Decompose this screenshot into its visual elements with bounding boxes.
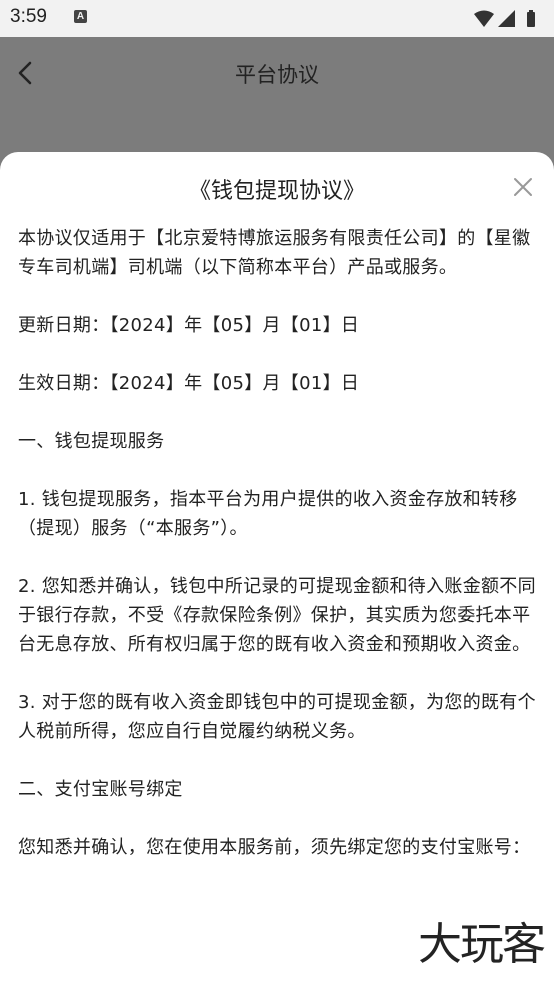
status-icons <box>474 9 544 33</box>
wifi-icon <box>474 10 494 27</box>
notification-icon: A <box>74 10 87 23</box>
dialog-title: 《钱包提现协议》 <box>188 179 365 204</box>
close-icon <box>514 178 532 196</box>
nav-bar: 平台协议 <box>0 37 554 113</box>
page-title: 平台协议 <box>235 63 319 87</box>
agreement-content[interactable]: 本协议仅适用于【北京爱特博旅运服务有限责任公司】的【星徽专车司机端】司机端（以下… <box>18 224 538 891</box>
section-heading-1: 一、钱包提现服务 <box>18 431 165 452</box>
close-button[interactable] <box>512 176 534 198</box>
clause-alipay: 您知悉并确认，您在使用本服务前，须先绑定您的支付宝账号： <box>18 837 531 858</box>
clause-1: 1. 钱包提现服务，指本平台为用户提供的收入资金存放和转移（提现）服务（“本服务… <box>18 489 518 539</box>
update-date: 更新日期：【2024】年【05】月【01】日 <box>18 315 360 336</box>
agreement-dialog: 《钱包提现协议》 本协议仅适用于【北京爱特博旅运服务有限责任公司】的【星徽专车司… <box>0 152 554 984</box>
watermark: 大玩客 <box>418 919 546 970</box>
signal-icon <box>498 10 515 27</box>
clause-3: 3. 对于您的既有收入资金即钱包中的可提现金额，为您的既有个人税前所得，您应自行… <box>18 692 536 742</box>
section-heading-2: 二、支付宝账号绑定 <box>18 779 183 800</box>
agreement-scope: 本协议仅适用于【北京爱特博旅运服务有限责任公司】的【星徽专车司机端】司机端（以下… <box>18 228 531 278</box>
status-bar: 3:59 A <box>0 0 554 37</box>
battery-icon <box>527 10 535 27</box>
clause-2: 2. 您知悉并确认，钱包中所记录的可提现金额和待入账金额不同于银行存款，不受《存… <box>18 576 536 655</box>
effective-date: 生效日期：【2024】年【05】月【01】日 <box>18 373 360 394</box>
status-time: 3:59 <box>10 6 47 27</box>
